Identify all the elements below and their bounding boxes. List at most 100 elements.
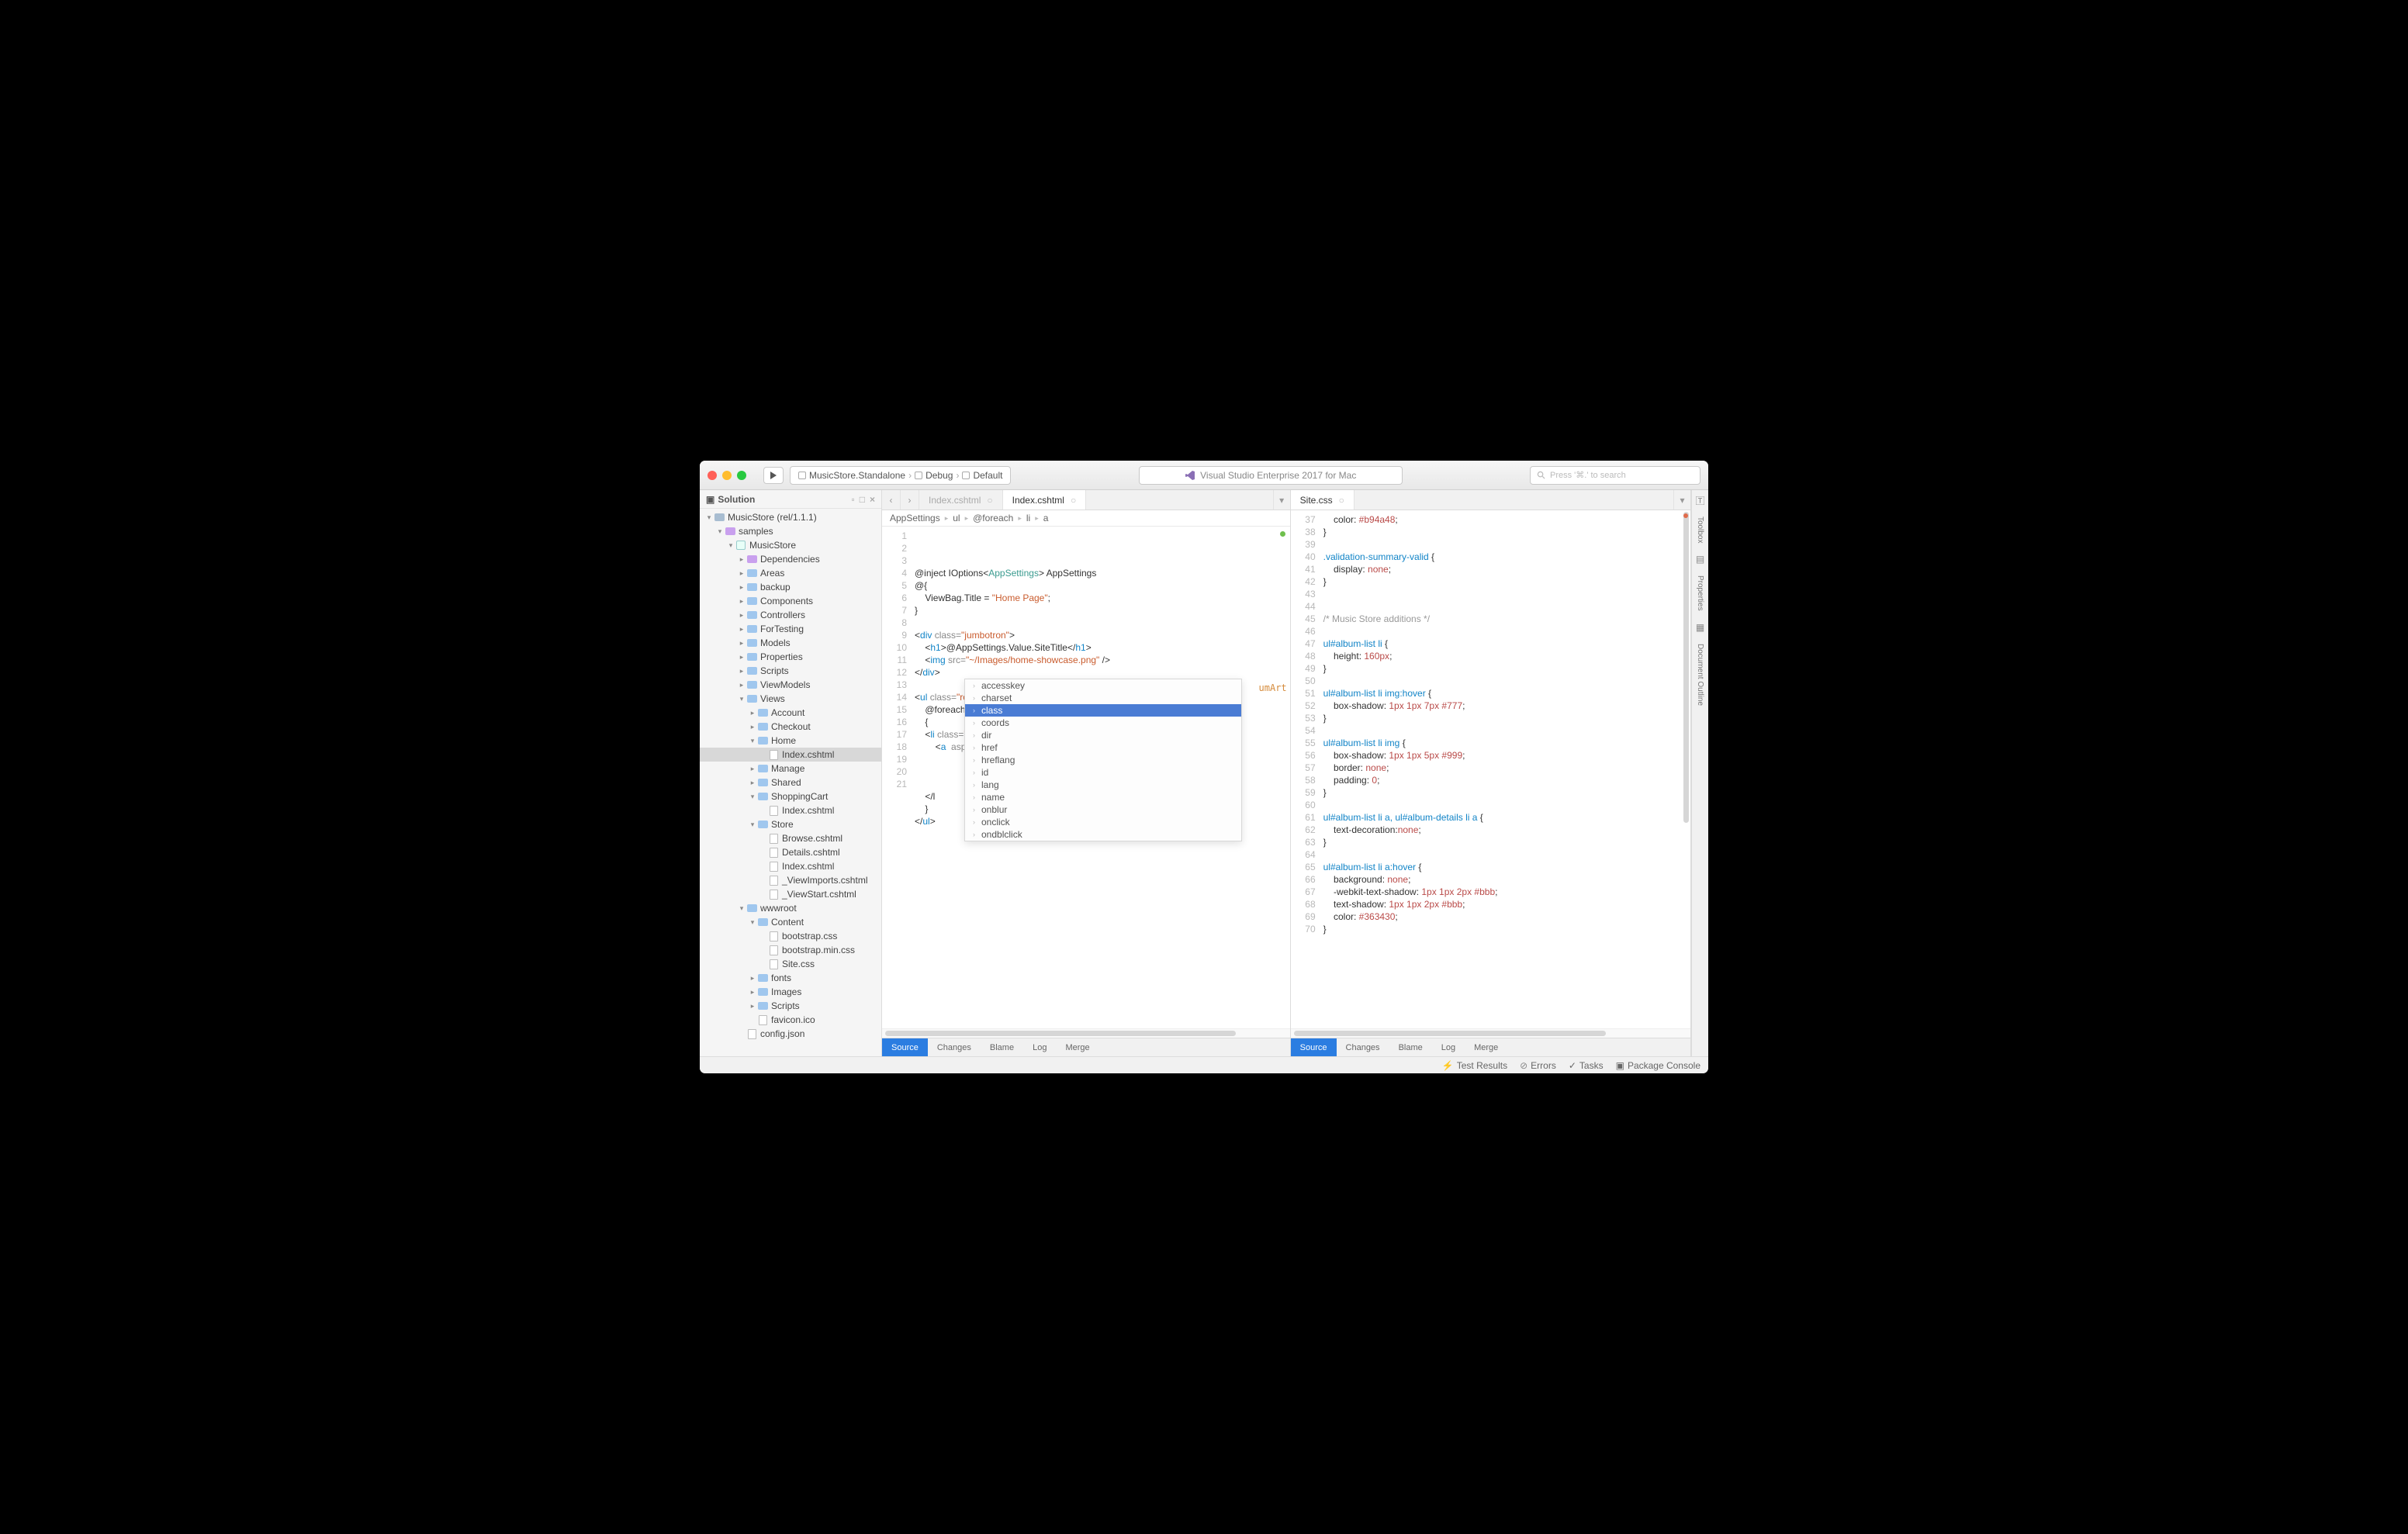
disclosure-icon[interactable]: ▸	[748, 765, 757, 773]
disclosure-icon[interactable]: ▸	[737, 653, 746, 662]
autocomplete-popup[interactable]: ›accesskey›charset›class›coords›dir›href…	[964, 679, 1242, 841]
tree-node-content[interactable]: ▾Content	[700, 915, 881, 929]
disclosure-icon[interactable]: ▾	[748, 918, 757, 927]
tree-node-musicstore[interactable]: ▾MusicStore	[700, 538, 881, 552]
autocomplete-item[interactable]: ›hreflang	[965, 754, 1241, 766]
diff-changes[interactable]: Changes	[928, 1038, 981, 1056]
run-config-selector[interactable]: MusicStore.Standalone › Debug › Default	[790, 466, 1011, 485]
tree-node-shoppingcart[interactable]: ▾ShoppingCart	[700, 789, 881, 803]
disclosure-icon[interactable]: ▸	[748, 1002, 757, 1011]
autocomplete-item[interactable]: ›accesskey	[965, 679, 1241, 692]
tree-node-samples[interactable]: ▾samples	[700, 524, 881, 538]
v-scrollbar[interactable]	[1682, 510, 1690, 1028]
disclosure-icon[interactable]: ▸	[737, 681, 746, 689]
close-icon[interactable]	[708, 471, 717, 480]
source-view[interactable]: umArt @inject IOptions<AppSettings> AppS…	[913, 527, 1290, 1028]
disclosure-icon[interactable]: ▸	[748, 974, 757, 983]
diff-blame[interactable]: Blame	[1389, 1038, 1432, 1056]
tree-node-root[interactable]: ▾MusicStore (rel/1.1.1)	[700, 510, 881, 524]
tree-node-deps[interactable]: ▸Dependencies	[700, 552, 881, 566]
autocomplete-item[interactable]: ›onclick	[965, 816, 1241, 828]
status-package-console[interactable]: ▣Package Console	[1616, 1060, 1700, 1071]
toolbox-icon[interactable]: 🅃	[1695, 495, 1706, 506]
close-icon[interactable]: ○	[1071, 495, 1076, 506]
pad-controls[interactable]: ▫□×	[851, 494, 875, 505]
close-icon[interactable]: ○	[987, 495, 992, 506]
status-test-results[interactable]: ⚡Test Results	[1442, 1060, 1507, 1071]
properties-label[interactable]: Properties	[1696, 575, 1704, 611]
tree-node-sitecss[interactable]: Site.css	[700, 957, 881, 971]
autocomplete-item[interactable]: ›lang	[965, 779, 1241, 791]
search-input[interactable]	[1550, 471, 1694, 480]
code-editor-left[interactable]: 123456789101112131415161718192021 umArt …	[882, 527, 1290, 1028]
diff-merge[interactable]: Merge	[1056, 1038, 1098, 1056]
autocomplete-item[interactable]: ›class	[965, 704, 1241, 717]
diff-log[interactable]: Log	[1023, 1038, 1056, 1056]
tree-node-configjson[interactable]: config.json	[700, 1027, 881, 1041]
tree-node-fortesting[interactable]: ▸ForTesting	[700, 622, 881, 636]
autocomplete-item[interactable]: ›ondblclick	[965, 828, 1241, 841]
autocomplete-item[interactable]: ›onblur	[965, 803, 1241, 816]
tab-nav-fwd[interactable]: ›	[901, 490, 919, 510]
disclosure-icon[interactable]: ▾	[726, 541, 735, 550]
diff-log[interactable]: Log	[1432, 1038, 1465, 1056]
diff-blame[interactable]: Blame	[981, 1038, 1023, 1056]
tree-node-properties[interactable]: ▸Properties	[700, 650, 881, 664]
tree-node-bootstrapmin[interactable]: bootstrap.min.css	[700, 943, 881, 957]
disclosure-icon[interactable]: ▾	[704, 513, 714, 522]
disclosure-icon[interactable]: ▸	[748, 723, 757, 731]
tree-node-wscripts[interactable]: ▸Scripts	[700, 999, 881, 1013]
solution-tree[interactable]: ▾MusicStore (rel/1.1.1)▾samples▾MusicSto…	[700, 509, 881, 1056]
disclosure-icon[interactable]: ▾	[715, 527, 725, 536]
autocomplete-item[interactable]: ›dir	[965, 729, 1241, 741]
tree-node-index-cshtml[interactable]: Index.cshtml	[700, 748, 881, 762]
tree-node-fonts[interactable]: ▸fonts	[700, 971, 881, 985]
tree-node-browse[interactable]: Browse.cshtml	[700, 831, 881, 845]
tab-index-inactive[interactable]: Index.cshtml○	[919, 490, 1003, 510]
disclosure-icon[interactable]: ▾	[737, 695, 746, 703]
disclosure-icon[interactable]: ▾	[748, 737, 757, 745]
diff-changes[interactable]: Changes	[1337, 1038, 1389, 1056]
tree-node-areas[interactable]: ▸Areas	[700, 566, 881, 580]
tree-node-manage[interactable]: ▸Manage	[700, 762, 881, 776]
tree-node-wwwroot[interactable]: ▾wwwroot	[700, 901, 881, 915]
autocomplete-item[interactable]: ›charset	[965, 692, 1241, 704]
tree-node-sc-index[interactable]: Index.cshtml	[700, 803, 881, 817]
tree-node-views[interactable]: ▾Views	[700, 692, 881, 706]
minimize-icon[interactable]	[722, 471, 732, 480]
outline-icon[interactable]: ▦	[1695, 622, 1706, 633]
tab-overflow[interactable]: ▾	[1673, 490, 1690, 510]
status-tasks[interactable]: ✓Tasks	[1569, 1060, 1604, 1071]
disclosure-icon[interactable]: ▸	[748, 988, 757, 997]
tree-node-favicon[interactable]: favicon.ico	[700, 1013, 881, 1027]
tree-node-images[interactable]: ▸Images	[700, 985, 881, 999]
tree-node-viewimports[interactable]: _ViewImports.cshtml	[700, 873, 881, 887]
tree-node-checkout[interactable]: ▸Checkout	[700, 720, 881, 734]
disclosure-icon[interactable]: ▸	[737, 583, 746, 592]
code-editor-right[interactable]: 3738394041424344454647484950515253545556…	[1291, 510, 1690, 1028]
h-scrollbar[interactable]	[1291, 1028, 1690, 1038]
disclosure-icon[interactable]: ▸	[737, 611, 746, 620]
disclosure-icon[interactable]: ▾	[748, 821, 757, 829]
tab-overflow[interactable]: ▾	[1273, 490, 1290, 510]
tree-node-controllers[interactable]: ▸Controllers	[700, 608, 881, 622]
disclosure-icon[interactable]: ▸	[748, 779, 757, 787]
tree-node-st-index[interactable]: Index.cshtml	[700, 859, 881, 873]
disclosure-icon[interactable]: ▾	[737, 904, 746, 913]
run-button[interactable]	[763, 467, 784, 484]
tree-node-bootstrap[interactable]: bootstrap.css	[700, 929, 881, 943]
tree-node-scripts[interactable]: ▸Scripts	[700, 664, 881, 678]
tab-index-active[interactable]: Index.cshtml○	[1003, 490, 1087, 510]
disclosure-icon[interactable]: ▸	[737, 597, 746, 606]
tree-node-details[interactable]: Details.cshtml	[700, 845, 881, 859]
editor-breadcrumb[interactable]: AppSettings▸ ul▸ @foreach▸ li▸ a	[882, 510, 1290, 527]
disclosure-icon[interactable]: ▸	[737, 639, 746, 648]
disclosure-icon[interactable]: ▾	[748, 793, 757, 801]
zoom-icon[interactable]	[737, 471, 746, 480]
disclosure-icon[interactable]: ▸	[737, 625, 746, 634]
tree-node-home[interactable]: ▾Home	[700, 734, 881, 748]
autocomplete-item[interactable]: ›href	[965, 741, 1241, 754]
tree-node-shared[interactable]: ▸Shared	[700, 776, 881, 789]
tree-node-components[interactable]: ▸Components	[700, 594, 881, 608]
search-box[interactable]	[1530, 466, 1700, 485]
